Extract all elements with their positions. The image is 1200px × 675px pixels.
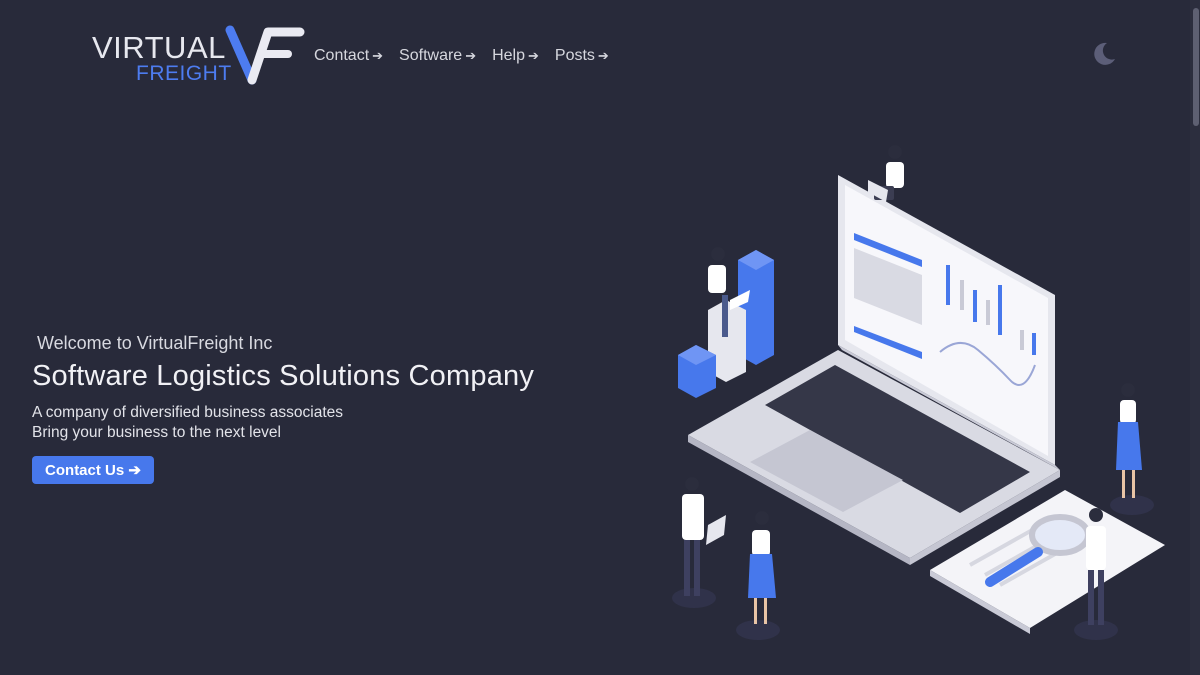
main-nav: Contact ➔ Software ➔ Help ➔ Posts ➔ <box>314 47 609 65</box>
person-illustration <box>736 511 780 640</box>
scrollbar-thumb[interactable] <box>1193 8 1199 126</box>
scrollbar-track[interactable] <box>1190 0 1200 675</box>
nav-software-label: Software <box>399 47 463 64</box>
nav-contact-label: Contact <box>314 47 370 64</box>
nav-contact[interactable]: Contact ➔ <box>314 47 383 65</box>
brand-logo[interactable]: VIRTUAL FREIGHT <box>92 22 310 88</box>
nav-help-label: Help <box>492 47 525 64</box>
person-illustration <box>672 477 726 608</box>
arrow-right-icon: ➔ <box>465 48 477 63</box>
moon-icon <box>1094 42 1115 65</box>
page-headline: Software Logistics Solutions Company <box>32 360 535 392</box>
nav-posts-label: Posts <box>554 47 595 64</box>
person-illustration <box>1110 383 1154 515</box>
vf-monogram-icon <box>225 25 305 85</box>
nav-help[interactable]: Help ➔ <box>492 47 539 65</box>
nav-posts[interactable]: Posts ➔ <box>555 47 609 65</box>
welcome-text: Welcome to VirtualFreight Inc <box>37 333 273 353</box>
nav-software[interactable]: Software ➔ <box>399 47 476 65</box>
person-illustration <box>868 145 904 202</box>
arrow-right-icon: ➔ <box>528 48 539 63</box>
arrow-right-icon: ➔ <box>597 48 609 63</box>
contact-us-button[interactable]: Contact Us ➔ <box>32 456 154 484</box>
arrow-right-icon: ➔ <box>372 48 384 63</box>
subtitle-line-1: A company of diversified business associ… <box>32 404 344 421</box>
hero-illustration <box>672 145 1165 640</box>
logo-word-freight: FREIGHT <box>136 62 232 85</box>
logo-word-virtual: VIRTUAL <box>92 30 226 65</box>
subtitle-line-2: Bring your business to the next level <box>32 424 281 441</box>
theme-toggle-button[interactable] <box>1090 40 1118 72</box>
